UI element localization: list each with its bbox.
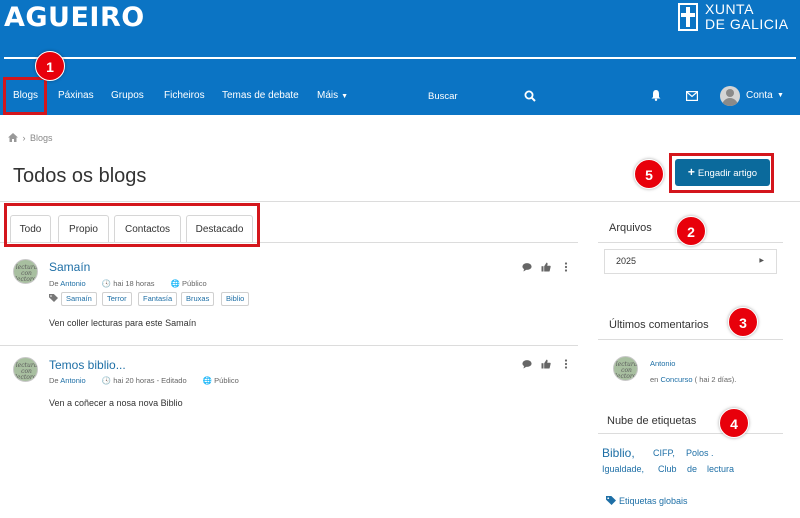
title-divider — [0, 201, 800, 202]
post-meta: De Antonio 🕓 hai 20 horas - Editado 🌐 Pú… — [49, 376, 239, 385]
caret-down-icon: ▼ — [341, 93, 349, 100]
nav-item-pages[interactable]: Páxinas — [58, 78, 94, 114]
annotation-badge-3: 3 — [728, 307, 758, 337]
bell-icon[interactable] — [650, 89, 662, 101]
caret-down-icon[interactable]: ▼ — [777, 78, 784, 114]
globe-icon: 🌐 — [170, 279, 180, 288]
tag-cloud-item[interactable]: Club — [658, 464, 677, 474]
tag-cloud-item[interactable]: Biblio, — [602, 446, 635, 460]
highlight-box-add — [669, 153, 774, 193]
tag-chip[interactable]: Terror — [102, 292, 132, 306]
home-icon[interactable] — [8, 133, 18, 142]
tag-chip[interactable]: Fantasía — [138, 292, 178, 306]
main-nav: Blogs Páxinas Grupos Ficheiros Temas de … — [0, 78, 800, 114]
tag-cloud-heading: Nube de etiquetas — [607, 415, 697, 427]
xunta-logo-icon — [678, 3, 698, 31]
post-title[interactable]: Samaín — [49, 260, 90, 274]
nav-item-discussions[interactable]: Temas de debate — [222, 78, 299, 114]
page-title: Todos os blogs — [13, 165, 147, 187]
annotation-badge-2: 2 — [676, 216, 706, 246]
tag-cloud-item[interactable]: Igualdade, — [602, 464, 644, 474]
breadcrumb-blogs[interactable]: Blogs — [30, 133, 53, 143]
post-meta: De Antonio 🕓 hai 18 horas 🌐 Público — [49, 279, 207, 288]
site-title[interactable]: AGUEIRO — [4, 2, 145, 33]
history-icon: 🕓 — [101, 376, 112, 385]
tag-chip[interactable]: Biblio — [221, 292, 250, 306]
comment-link[interactable]: Concurso — [660, 375, 692, 384]
nav-item-groups[interactable]: Grupos — [111, 78, 144, 114]
globe-icon: 🌐 — [202, 376, 213, 385]
post-author[interactable]: Antonio — [60, 279, 85, 288]
tag-cloud-item[interactable]: de — [687, 464, 697, 474]
comment-icon[interactable] — [522, 262, 532, 272]
history-icon: 🕓 — [101, 279, 112, 288]
annotation-badge-4: 4 — [719, 408, 749, 438]
comment-context: en Concurso ( hai 2 días). — [650, 375, 737, 384]
avatar[interactable]: lectura con lectores — [13, 259, 38, 284]
post-excerpt: Ven coller lecturas para este Samaín — [49, 318, 197, 328]
tag-chip[interactable]: Samaín — [61, 292, 97, 306]
latest-comments-heading: Últimos comentarios — [609, 319, 709, 331]
chevron-right-icon: ▶ — [759, 258, 764, 264]
breadcrumb: › Blogs — [8, 133, 53, 143]
tag-icon — [49, 294, 58, 302]
post-author[interactable]: Antonio — [60, 376, 85, 385]
annotation-badge-1: 1 — [35, 51, 65, 81]
comment-author[interactable]: Antonio — [650, 359, 675, 368]
post-divider — [0, 345, 578, 346]
tag-cloud-item[interactable]: lectura — [707, 464, 734, 474]
like-icon[interactable] — [541, 262, 551, 272]
like-icon[interactable] — [541, 359, 551, 369]
global-tags-link[interactable]: Etiquetas globais — [606, 496, 688, 506]
annotation-badge-5: 5 — [634, 159, 664, 189]
comment-icon[interactable] — [522, 359, 532, 369]
search-icon[interactable] — [524, 90, 536, 102]
tag-icon — [606, 496, 616, 505]
tag-chip[interactable]: Bruxas — [181, 292, 215, 306]
highlight-box-tabs — [4, 203, 260, 247]
tag-cloud-item[interactable]: Polos . — [686, 448, 714, 458]
nav-item-more[interactable]: Máis ▼ — [317, 78, 348, 114]
account-menu[interactable]: Conta — [746, 78, 773, 114]
more-options-icon[interactable] — [561, 262, 571, 272]
archives-heading: Arquivos — [609, 222, 652, 234]
header-divider — [4, 57, 796, 59]
sidebar-divider — [598, 433, 783, 434]
nav-item-files[interactable]: Ficheiros — [164, 78, 205, 114]
avatar[interactable] — [720, 86, 740, 106]
highlight-box-blogs — [3, 77, 47, 115]
xunta-logo-text: XUNTA DE GALICIA — [705, 1, 789, 32]
avatar[interactable]: lectura con lectores — [613, 356, 638, 381]
sidebar-divider — [598, 339, 783, 340]
post-title[interactable]: Temos biblio... — [49, 358, 126, 372]
archive-year-item[interactable]: 2025 ▶ — [604, 249, 777, 274]
mail-icon[interactable] — [686, 91, 698, 101]
avatar[interactable]: lectura con lectores — [13, 357, 38, 382]
tag-cloud-item[interactable]: CIFP, — [653, 448, 675, 458]
post-excerpt: Ven a coñecer a nosa nova Biblio — [49, 398, 183, 408]
more-options-icon[interactable] — [561, 359, 571, 369]
